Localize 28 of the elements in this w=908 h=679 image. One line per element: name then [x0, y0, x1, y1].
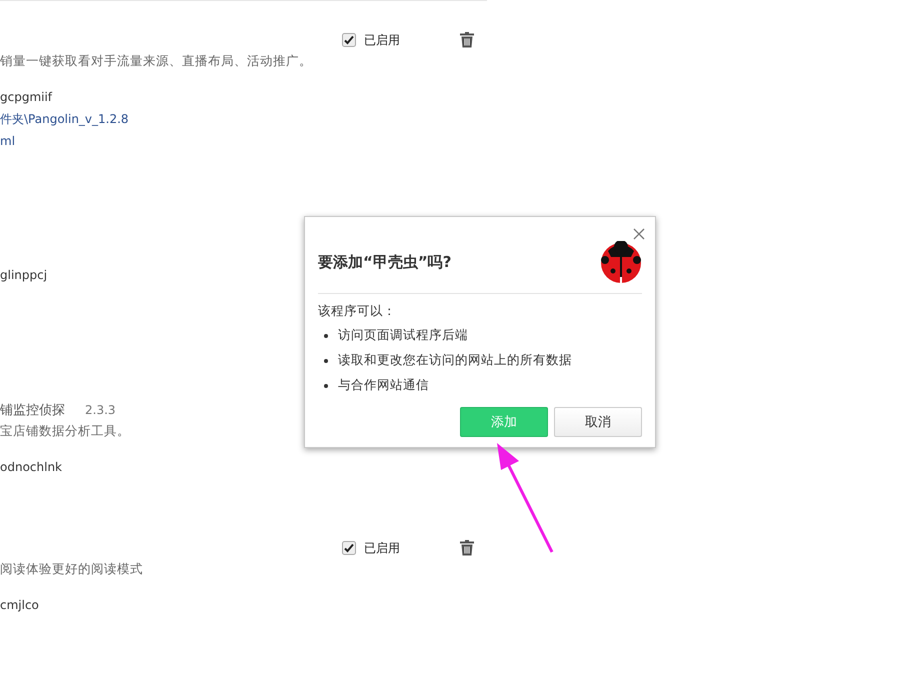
permission-text: 访问页面调试程序后端 — [338, 327, 468, 344]
trash-icon[interactable] — [460, 540, 474, 556]
enabled-checkbox[interactable] — [342, 541, 356, 555]
ladybug-icon — [600, 241, 642, 283]
cancel-button[interactable]: 取消 — [554, 407, 642, 437]
close-icon[interactable] — [633, 228, 645, 240]
permission-text: 读取和更改您在访问的网站上的所有数据 — [338, 352, 572, 369]
enabled-checkbox[interactable] — [342, 33, 356, 47]
extension-description: 销量一键获取看对手流量来源、直播布局、活动推广。 — [0, 52, 313, 70]
source-path-link[interactable]: ml — [0, 130, 487, 152]
enabled-label: 已启用 — [364, 32, 400, 48]
extension-id: cmjlco — [0, 597, 40, 614]
extension-description: 阅读体验更好的阅读模式 — [0, 560, 144, 578]
enabled-label: 已启用 — [364, 540, 400, 556]
extension-description: 宝店铺数据分析工具。 — [0, 422, 131, 440]
dialog-title: 要添加“甲壳虫”吗? — [318, 252, 452, 272]
permissions-intro: 该程序可以： — [318, 303, 397, 319]
bullet-icon — [324, 334, 328, 338]
trash-icon[interactable] — [460, 32, 474, 48]
extension-id: gcpgmiif — [0, 89, 54, 106]
extension-id: glinppcj — [0, 267, 48, 284]
bullet-icon — [324, 384, 328, 388]
bullet-icon — [324, 358, 328, 362]
extension-version: 2.3.3 — [85, 403, 116, 417]
source-path-link[interactable]: 件夹\Pangolin_v_1.2.8 — [0, 108, 487, 130]
extension-name: 铺监控侦探 — [0, 402, 65, 419]
permission-text: 与合作网站通信 — [338, 377, 429, 394]
extension-id: odnochlnk — [0, 459, 63, 476]
